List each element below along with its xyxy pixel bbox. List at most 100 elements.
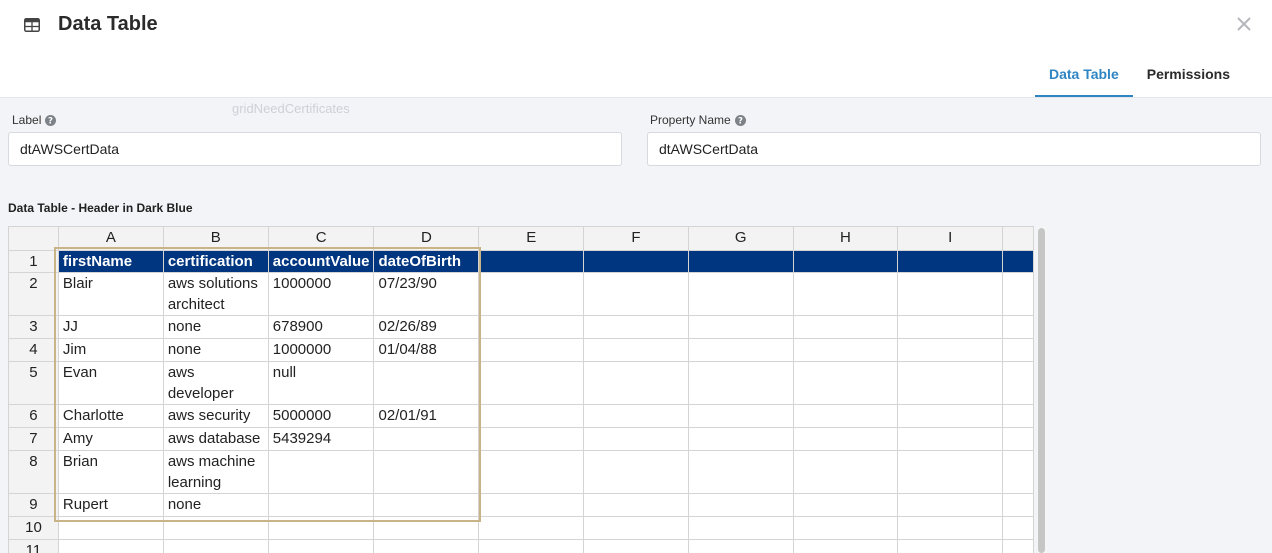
table-cell[interactable]: 1000000 <box>267 338 375 362</box>
table-cell[interactable]: dateOfBirth <box>373 250 480 273</box>
table-cell[interactable]: Evan <box>57 361 164 405</box>
table-cell[interactable] <box>687 361 794 405</box>
table-cell[interactable]: 02/01/91 <box>373 404 480 428</box>
table-cell[interactable]: Blair <box>57 272 164 316</box>
table-cell[interactable] <box>57 516 164 540</box>
table-cell[interactable]: Charlotte <box>57 404 164 428</box>
table-cell[interactable]: aws security <box>162 404 269 428</box>
table-cell[interactable] <box>687 493 794 517</box>
grid-corner[interactable] <box>8 226 59 251</box>
close-icon[interactable] <box>1234 14 1254 34</box>
table-cell[interactable]: accountValue <box>267 250 375 273</box>
table-cell[interactable] <box>583 493 689 517</box>
table-cell[interactable] <box>1002 493 1034 517</box>
table-cell[interactable] <box>478 427 585 451</box>
table-cell[interactable] <box>1002 338 1034 362</box>
table-cell[interactable] <box>1002 315 1034 339</box>
table-cell[interactable] <box>897 450 1004 494</box>
table-cell[interactable] <box>373 427 480 451</box>
table-cell[interactable] <box>478 404 585 428</box>
table-cell[interactable] <box>478 361 585 405</box>
column-header[interactable]: E <box>478 226 585 251</box>
table-cell[interactable] <box>478 539 585 553</box>
column-header[interactable]: B <box>162 226 269 251</box>
table-cell[interactable]: Rupert <box>57 493 164 517</box>
table-cell[interactable]: aws database <box>162 427 269 451</box>
table-cell[interactable] <box>792 361 899 405</box>
table-cell[interactable]: 07/23/90 <box>373 272 480 316</box>
row-header[interactable]: 8 <box>8 450 59 494</box>
row-header[interactable]: 2 <box>8 272 59 316</box>
table-cell[interactable] <box>897 272 1004 316</box>
table-cell[interactable]: none <box>162 338 269 362</box>
table-cell[interactable]: aws developer <box>162 361 269 405</box>
table-cell[interactable] <box>897 361 1004 405</box>
table-cell[interactable] <box>897 493 1004 517</box>
table-cell[interactable] <box>583 516 689 540</box>
table-cell[interactable] <box>1002 516 1034 540</box>
column-header[interactable]: C <box>267 226 375 251</box>
row-header[interactable]: 3 <box>8 315 59 339</box>
row-header[interactable]: 9 <box>8 493 59 517</box>
table-cell[interactable] <box>373 539 480 553</box>
table-cell[interactable]: JJ <box>57 315 164 339</box>
table-cell[interactable] <box>792 272 899 316</box>
table-cell[interactable] <box>478 250 585 273</box>
tab-permissions[interactable]: Permissions <box>1133 56 1244 97</box>
column-header[interactable]: G <box>687 226 794 251</box>
column-header[interactable]: A <box>57 226 164 251</box>
table-cell[interactable] <box>687 427 794 451</box>
table-cell[interactable]: none <box>162 493 269 517</box>
table-cell[interactable] <box>897 250 1004 273</box>
table-cell[interactable]: certification <box>162 250 269 273</box>
table-cell[interactable] <box>687 338 794 362</box>
table-cell[interactable] <box>583 361 689 405</box>
table-cell[interactable] <box>583 427 689 451</box>
table-cell[interactable] <box>897 404 1004 428</box>
row-header[interactable]: 1 <box>8 250 59 273</box>
table-cell[interactable] <box>267 450 375 494</box>
table-cell[interactable] <box>792 250 899 273</box>
vertical-scrollbar[interactable] <box>1037 226 1047 553</box>
column-header[interactable]: H <box>792 226 899 251</box>
table-cell[interactable]: firstName <box>57 250 164 273</box>
table-cell[interactable] <box>478 338 585 362</box>
table-cell[interactable] <box>1002 539 1034 553</box>
help-icon[interactable]: ? <box>45 114 57 126</box>
column-header[interactable]: F <box>583 226 689 251</box>
table-cell[interactable] <box>478 516 585 540</box>
table-cell[interactable]: Jim <box>57 338 164 362</box>
table-cell[interactable] <box>792 338 899 362</box>
table-cell[interactable] <box>583 250 689 273</box>
table-cell[interactable] <box>583 539 689 553</box>
table-cell[interactable] <box>478 450 585 494</box>
row-header[interactable]: 11 <box>8 539 59 553</box>
row-header[interactable]: 6 <box>8 404 59 428</box>
table-cell[interactable] <box>1002 272 1034 316</box>
table-cell[interactable] <box>162 516 269 540</box>
table-cell[interactable] <box>792 539 899 553</box>
table-cell[interactable] <box>57 539 164 553</box>
property-name-input[interactable] <box>647 132 1261 166</box>
table-cell[interactable] <box>792 427 899 451</box>
table-cell[interactable] <box>478 315 585 339</box>
table-cell[interactable] <box>792 315 899 339</box>
table-cell[interactable] <box>267 539 375 553</box>
table-cell[interactable]: 1000000 <box>267 272 375 316</box>
table-cell[interactable]: 02/26/89 <box>373 315 480 339</box>
tab-data-table[interactable]: Data Table <box>1034 56 1133 97</box>
table-cell[interactable] <box>1002 427 1034 451</box>
table-cell[interactable] <box>583 315 689 339</box>
row-header[interactable]: 7 <box>8 427 59 451</box>
table-cell[interactable] <box>897 516 1004 540</box>
table-cell[interactable] <box>687 516 794 540</box>
table-cell[interactable] <box>687 404 794 428</box>
table-cell[interactable] <box>687 315 794 339</box>
table-cell[interactable]: 01/04/88 <box>373 338 480 362</box>
table-cell[interactable]: 5000000 <box>267 404 375 428</box>
table-cell[interactable] <box>373 361 480 405</box>
table-cell[interactable]: none <box>162 315 269 339</box>
column-header[interactable]: I <box>897 226 1004 251</box>
table-cell[interactable] <box>162 539 269 553</box>
table-cell[interactable] <box>583 404 689 428</box>
